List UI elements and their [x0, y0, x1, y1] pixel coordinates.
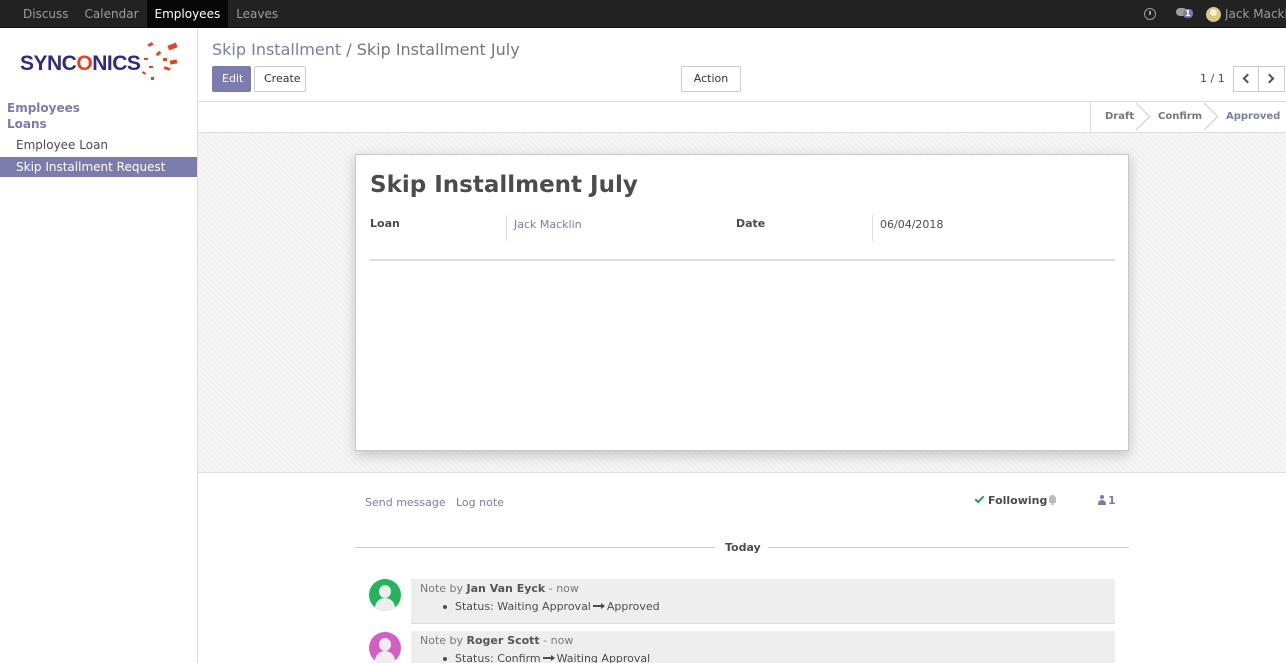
- pager-value[interactable]: 1 / 1: [1200, 72, 1225, 85]
- chat-badge: 1: [1183, 9, 1193, 18]
- following-label: Following: [988, 494, 1048, 507]
- activity-clock-icon[interactable]: [1144, 8, 1156, 20]
- arrow-right-icon: [542, 655, 555, 661]
- check-icon: [974, 493, 985, 504]
- arrow-right-icon: [592, 603, 605, 609]
- sidebar-section-loans[interactable]: Loans: [7, 117, 47, 131]
- pager-previous-button[interactable]: [1233, 66, 1259, 92]
- pager-next-button[interactable]: [1259, 66, 1285, 92]
- loan-value-link[interactable]: Jack Macklin: [514, 218, 582, 231]
- sidebar-section-employees[interactable]: Employees: [7, 101, 80, 115]
- chevron-left-icon: [1242, 73, 1253, 84]
- message-author[interactable]: Roger Scott: [467, 634, 540, 647]
- user-menu[interactable]: Jack Macklin: [1225, 7, 1286, 21]
- stage-confirm[interactable]: Confirm: [1158, 102, 1202, 132]
- chevron-right-icon: [1264, 73, 1275, 84]
- menu-discuss[interactable]: Discuss: [15, 0, 77, 28]
- following-button[interactable]: Following: [974, 493, 1048, 507]
- systray: 1 Jack Macklin: [1144, 0, 1286, 28]
- record-title: Skip Installment July: [370, 172, 638, 198]
- sheet-divider: [370, 259, 1115, 261]
- message-author[interactable]: Jan Van Eyck: [467, 582, 546, 595]
- logo-wordmark: SYNCONICS: [20, 52, 141, 75]
- action-label: Action: [693, 72, 729, 85]
- message-item: Note by Roger Scott - now Status: Confir…: [411, 631, 1115, 663]
- create-button[interactable]: Create: [254, 66, 306, 92]
- breadcrumb: Skip Installment / Skip Installment July: [212, 40, 520, 59]
- stage-draft[interactable]: Draft: [1105, 102, 1134, 132]
- breadcrumb-separator: /: [346, 40, 352, 59]
- sidebar-item-employee-loan[interactable]: Employee Loan: [0, 135, 197, 155]
- today-divider-right: [768, 547, 1129, 548]
- message-item: Note by Jan Van Eyck - now Status: Waiti…: [411, 579, 1115, 624]
- status-bar: Draft Confirm Approved: [198, 101, 1286, 133]
- menu-leaves[interactable]: Leaves: [228, 0, 286, 28]
- company-logo[interactable]: SYNCONICS: [18, 41, 183, 87]
- date-separator-today: Today: [725, 541, 761, 554]
- breadcrumb-current: Skip Installment July: [356, 40, 520, 59]
- message-header: Note by Roger Scott - now: [420, 634, 574, 647]
- followers-button[interactable]: 1: [1098, 494, 1116, 507]
- breadcrumb-parent[interactable]: Skip Installment: [212, 40, 341, 59]
- message-header: Note by Jan Van Eyck - now: [420, 582, 579, 595]
- today-divider-left: [355, 547, 715, 548]
- followers-count: 1: [1108, 494, 1116, 507]
- tracking-value: Status: Waiting Approval Approved: [443, 600, 660, 613]
- sidebar: SYNCONICS Employees Loans Employee Loan …: [0, 29, 198, 663]
- user-icon: [1098, 495, 1106, 505]
- menu-employees[interactable]: Employees: [146, 0, 229, 28]
- tracking-value: Status: Confirm Waiting Approval: [442, 652, 651, 663]
- app-menu: Discuss Calendar Employees Leaves: [15, 0, 286, 28]
- action-dropdown[interactable]: Action: [681, 66, 741, 105]
- sidebar-item-skip-installment-request[interactable]: Skip Installment Request: [0, 157, 197, 177]
- user-avatar[interactable]: [1206, 6, 1221, 22]
- edit-button[interactable]: Edit: [212, 66, 251, 92]
- form-sheet: Skip Installment July Loan Jack Macklin …: [355, 154, 1129, 451]
- top-navbar: Discuss Calendar Employees Leaves 1 Jack…: [0, 0, 1286, 28]
- log-note-button[interactable]: Log note: [456, 496, 504, 509]
- bell-icon[interactable]: [1048, 495, 1057, 505]
- stage-approved[interactable]: Approved: [1226, 102, 1280, 132]
- messaging-icon[interactable]: 1: [1176, 8, 1194, 20]
- menu-calendar[interactable]: Calendar: [77, 0, 147, 28]
- date-value: 06/04/2018: [880, 218, 944, 231]
- message-avatar[interactable]: [369, 632, 401, 663]
- loan-label: Loan: [370, 217, 400, 230]
- date-label: Date: [736, 217, 766, 230]
- message-avatar[interactable]: [369, 579, 401, 611]
- send-message-button[interactable]: Send message: [365, 496, 446, 509]
